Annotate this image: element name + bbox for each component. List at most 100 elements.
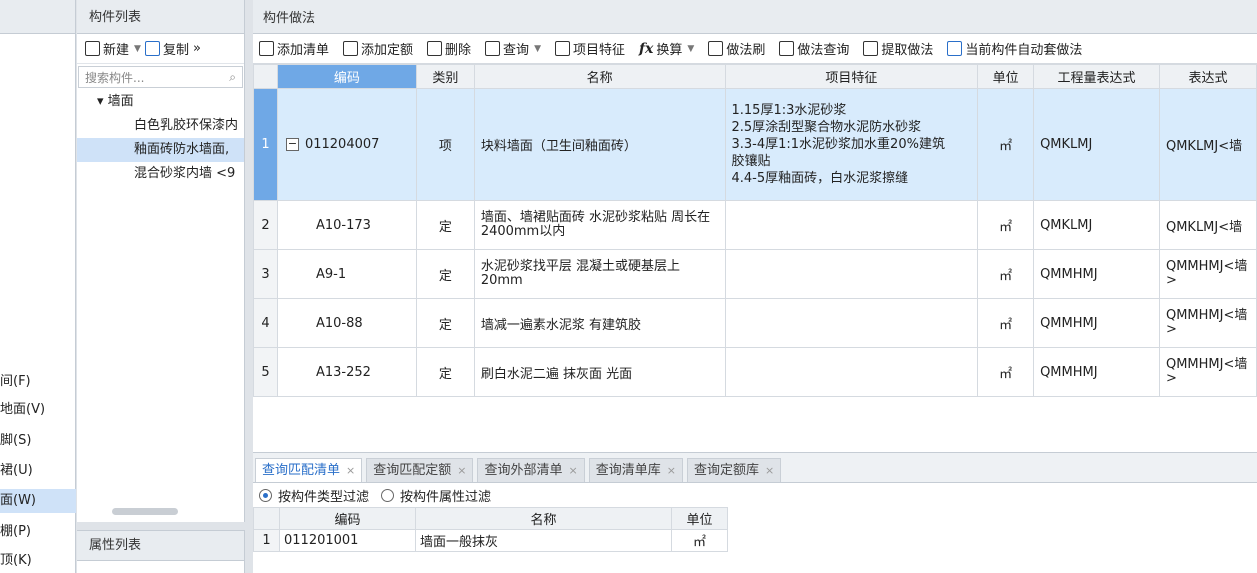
add-list-button[interactable]: 添加清单 — [259, 39, 329, 58]
code-cell[interactable]: −011204007 — [276, 88, 417, 201]
new-button[interactable]: 新建 ▼ — [85, 39, 141, 58]
expr2-cell[interactable]: QMKLMJ<墙 — [1158, 200, 1257, 250]
close-icon[interactable]: × — [568, 464, 577, 477]
feature-cell[interactable] — [724, 298, 979, 348]
tree-node-child-selected[interactable]: 釉面砖防水墙面, — [77, 138, 244, 162]
header-expr[interactable]: 工程量表达式 — [1033, 64, 1160, 89]
item-feature-button[interactable]: 项目特征 — [554, 39, 625, 58]
radio-type-filter-label[interactable]: 按构件类型过滤 — [278, 486, 369, 505]
unit-cell[interactable]: ㎡ — [977, 347, 1035, 397]
expr-cell[interactable]: QMMHMJ — [1033, 249, 1160, 299]
expr-cell[interactable]: QMMHMJ — [1033, 298, 1160, 348]
tree-node-child[interactable]: 混合砂浆内墙 <9 — [77, 162, 244, 186]
expr2-cell[interactable]: QMMHMJ<墙 > — [1158, 347, 1257, 397]
header-name[interactable]: 名称 — [415, 507, 672, 530]
type-cell[interactable]: 定 — [415, 200, 475, 250]
header-expr2[interactable]: 表达式 — [1158, 64, 1257, 89]
code-cell[interactable]: A13-252 — [276, 347, 417, 397]
feature-cell[interactable]: 1.15厚1:3水泥砂浆 2.5厚涂刮型聚合物水泥防水砂浆 3.3-4厚1:1水… — [724, 88, 979, 201]
code-cell[interactable]: A10-88 — [276, 298, 417, 348]
unit-cell[interactable]: ㎡ — [671, 529, 728, 552]
header-code[interactable]: 编码 — [279, 507, 416, 530]
header-name[interactable]: 名称 — [473, 64, 726, 89]
name-cell[interactable]: 块料墙面（卫生间釉面砖） — [473, 88, 726, 201]
feature-cell[interactable] — [724, 347, 979, 397]
auto-apply-button[interactable]: 当前构件自动套做法 — [947, 39, 1082, 58]
name-cell[interactable]: 刷白水泥二遍 抹灰面 光面 — [473, 347, 726, 397]
nav-item-s[interactable]: 脚(S) — [0, 429, 76, 453]
header-unit[interactable]: 单位 — [977, 64, 1035, 89]
name-cell[interactable]: 墙面、墙裙贴面砖 水泥砂浆粘贴 周长在2400mm以内 — [473, 200, 726, 250]
radio-attr-filter[interactable] — [381, 488, 395, 502]
tab-list-library[interactable]: 查询清单库 × — [588, 458, 683, 482]
type-cell[interactable]: 定 — [415, 347, 475, 397]
delete-button[interactable]: 删除 — [427, 39, 471, 58]
table-row[interactable]: 5 A13-252 定 刷白水泥二遍 抹灰面 光面 ㎡ QMMHMJ QMMHM… — [253, 347, 1257, 397]
code-cell[interactable]: 011201001 — [279, 529, 416, 552]
expr-cell[interactable]: QMMHMJ — [1033, 347, 1160, 397]
radio-type-filter[interactable] — [259, 488, 272, 502]
tab-quota-library[interactable]: 查询定额库 × — [686, 458, 782, 482]
close-icon[interactable]: × — [667, 464, 676, 477]
unit-cell[interactable]: ㎡ — [977, 200, 1035, 250]
chevron-down-icon[interactable]: ▼ — [134, 44, 141, 54]
table-row[interactable]: 1 011201001 墙面一般抹灰 ㎡ — [253, 529, 728, 552]
nav-item-f[interactable]: 间(F) — [0, 370, 76, 394]
nav-item-p[interactable]: 棚(P) — [0, 520, 76, 544]
header-feature[interactable]: 项目特征 — [724, 64, 979, 89]
feature-cell[interactable] — [724, 200, 979, 250]
convert-button[interactable]: fx 换算 ▼ — [639, 39, 694, 59]
component-search-input[interactable]: 搜索构件... ⌕ — [78, 66, 243, 88]
nav-item-k[interactable]: 顶(K) — [0, 549, 76, 573]
collapse-icon[interactable]: − — [285, 138, 299, 151]
header-code[interactable]: 编码 — [276, 64, 417, 89]
close-icon[interactable]: × — [346, 464, 355, 477]
chevron-down-icon[interactable]: ▼ — [687, 44, 694, 54]
unit-cell[interactable]: ㎡ — [977, 88, 1035, 201]
extract-method-button[interactable]: 提取做法 — [863, 39, 933, 58]
table-row[interactable]: 4 A10-88 定 墙减一遍素水泥浆 有建筑胶 ㎡ QMMHMJ QMMHMJ… — [253, 298, 1257, 348]
nav-item-v[interactable]: 地面(V) — [0, 398, 76, 422]
code-cell[interactable]: A10-173 — [276, 200, 417, 250]
expr-cell[interactable]: QMKLMJ — [1033, 88, 1160, 201]
name-cell[interactable]: 水泥砂浆找平层 混凝土或硬基层上 20mm — [473, 249, 726, 299]
unit-cell[interactable]: ㎡ — [977, 249, 1035, 299]
expr2-cell[interactable]: QMMHMJ<墙 > — [1158, 298, 1257, 348]
expr2-cell[interactable]: QMMHMJ<墙 > — [1158, 249, 1257, 299]
table-row[interactable]: 2 A10-173 定 墙面、墙裙贴面砖 水泥砂浆粘贴 周长在2400mm以内 … — [253, 200, 1257, 250]
table-row[interactable]: 1 −011204007 项 块料墙面（卫生间釉面砖） 1.15厚1:3水泥砂浆… — [253, 88, 1257, 201]
method-query-button[interactable]: 做法查询 — [779, 39, 849, 58]
copy-button[interactable]: 复制 — [144, 39, 189, 58]
tab-match-list[interactable]: 查询匹配清单 × — [255, 458, 363, 482]
close-icon[interactable]: × — [765, 464, 774, 477]
type-cell[interactable]: 定 — [415, 298, 475, 348]
nav-item-u[interactable]: 裙(U) — [0, 459, 76, 483]
tree-node-child[interactable]: 白色乳胶环保漆内 — [77, 114, 244, 138]
close-icon[interactable]: × — [457, 464, 466, 477]
more-button[interactable]: » — [193, 41, 201, 56]
search-icon[interactable]: ⌕ — [229, 70, 236, 85]
tab-external-list[interactable]: 查询外部清单 × — [477, 458, 585, 482]
nav-item-w[interactable]: 面(W) — [0, 489, 76, 513]
feature-cell[interactable] — [724, 249, 979, 299]
horizontal-scrollbar[interactable] — [112, 508, 178, 515]
tree-node-root[interactable]: ▾ 墙面 — [77, 90, 244, 114]
query-button[interactable]: 查询 ▼ — [485, 39, 541, 58]
expr2-cell[interactable]: QMKLMJ<墙 — [1158, 88, 1257, 201]
table-row[interactable]: 3 A9-1 定 水泥砂浆找平层 混凝土或硬基层上 20mm ㎡ QMMHMJ … — [253, 249, 1257, 299]
name-cell[interactable]: 墙减一遍素水泥浆 有建筑胶 — [473, 298, 726, 348]
chevron-down-icon[interactable]: ▼ — [534, 44, 541, 54]
method-brush-button[interactable]: 做法刷 — [708, 39, 765, 58]
header-type[interactable]: 类别 — [415, 64, 475, 89]
add-quota-button[interactable]: 添加定额 — [343, 39, 413, 58]
type-cell[interactable]: 定 — [415, 249, 475, 299]
radio-attr-filter-label[interactable]: 按构件属性过滤 — [400, 486, 491, 505]
header-unit[interactable]: 单位 — [671, 507, 728, 530]
expr-cell[interactable]: QMKLMJ — [1033, 200, 1160, 250]
unit-cell[interactable]: ㎡ — [977, 298, 1035, 348]
tab-match-quota[interactable]: 查询匹配定额 × — [366, 458, 474, 482]
method-query-icon — [779, 41, 795, 56]
code-cell[interactable]: A9-1 — [276, 249, 417, 299]
type-cell[interactable]: 项 — [415, 88, 475, 201]
name-cell[interactable]: 墙面一般抹灰 — [415, 529, 672, 552]
